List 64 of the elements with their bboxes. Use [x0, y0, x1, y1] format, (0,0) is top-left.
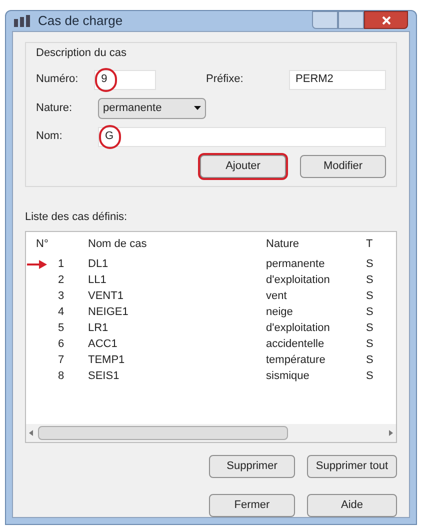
left-arrow-icon[interactable] — [28, 430, 34, 436]
scrollbar-thumb[interactable] — [38, 426, 288, 440]
table-cell-text: 7 — [56, 352, 66, 368]
table-cell-text: sismique — [266, 368, 310, 384]
table-cell-text: 5 — [56, 320, 66, 336]
table-cell-text: TEMP1 — [88, 352, 125, 368]
push-button[interactable]: Aide — [307, 494, 397, 517]
input-field[interactable]: PERM2 — [288, 70, 386, 90]
table-cell-text: DL1 — [88, 256, 108, 272]
table-cell-text: S — [366, 320, 374, 336]
push-button[interactable]: Fermer — [209, 494, 295, 517]
column-header[interactable]: Nature — [266, 236, 366, 252]
dropdown[interactable]: permanente — [98, 98, 206, 118]
column-header[interactable]: N° — [26, 236, 88, 252]
window-title: Cas de charge — [38, 12, 123, 30]
push-button[interactable]: Ajouter — [200, 154, 286, 178]
table-cell-text: LL1 — [88, 272, 106, 288]
table-cell-text: d'exploitation — [266, 320, 330, 336]
push-button[interactable]: Supprimer tout — [307, 455, 397, 478]
table-cell-text: 8 — [56, 368, 66, 384]
close-icon — [382, 16, 390, 24]
table-cell-text: permanente — [266, 256, 325, 272]
input-field[interactable]: 9 — [94, 70, 156, 90]
table-cell-text: ACC1 — [88, 336, 118, 352]
table-cell-text: 4 — [56, 304, 66, 320]
push-button[interactable]: Modifier — [300, 154, 386, 178]
table-cell-text: S — [366, 368, 374, 384]
table-cell-text: LR1 — [88, 320, 108, 336]
field-label: Nom: — [36, 129, 64, 144]
table-cell-text: S — [366, 256, 374, 272]
table-cell-text: S — [366, 288, 374, 304]
table-cell-text: S — [366, 272, 374, 288]
column-header[interactable]: Nom de cas — [88, 236, 266, 252]
list-title: Liste des cas définis: — [25, 210, 128, 224]
table-cell-text: température — [266, 352, 326, 368]
table-cell-text: S — [366, 352, 374, 368]
column-header[interactable]: T — [366, 236, 386, 252]
table-cell-text: 3 — [56, 288, 66, 304]
table-cell-text: 1 — [56, 256, 66, 272]
input-field[interactable]: G — [98, 126, 386, 146]
table-cell-text: VENT1 — [88, 288, 124, 304]
field-label: Nature: — [36, 100, 74, 116]
horizontal-scrollbar[interactable] — [26, 424, 396, 442]
table-cell-text: neige — [266, 304, 293, 320]
maximize-button[interactable] — [338, 11, 364, 29]
table-cell-text: accidentelle — [266, 336, 324, 352]
field-label: Préfixe: — [206, 72, 244, 88]
table-cell-text: 6 — [56, 336, 66, 352]
field-label: Numéro: — [36, 72, 80, 88]
table-cell-text: NEIGE1 — [88, 304, 128, 320]
right-arrow-icon[interactable] — [388, 430, 394, 436]
table-cell-text: d'exploitation — [266, 272, 330, 288]
push-button[interactable]: Supprimer — [209, 455, 295, 478]
table-cell-text: vent — [266, 288, 287, 304]
list-view[interactable]: N° Nom de cas Nature T 1 DL1 permanente S 2 LL1 d'exploitation S 3 VENT1 vent S 4 NEIGE1 neige S 5 LR1 d'exploitation S 6 ACC1 accidentelle S 7 TEMP1 température S 8 SEIS1 sismique S — [25, 231, 397, 443]
close-button[interactable] — [364, 11, 408, 29]
app-icon — [14, 15, 30, 27]
group-title: Description du cas — [36, 46, 128, 61]
table-cell-text: 2 — [56, 272, 66, 288]
minimize-button[interactable] — [312, 11, 338, 29]
caret-icon — [194, 106, 201, 110]
table-cell-text: S — [366, 336, 374, 352]
table-cell-text: S — [366, 304, 374, 320]
table-cell-text: SEIS1 — [88, 368, 120, 384]
